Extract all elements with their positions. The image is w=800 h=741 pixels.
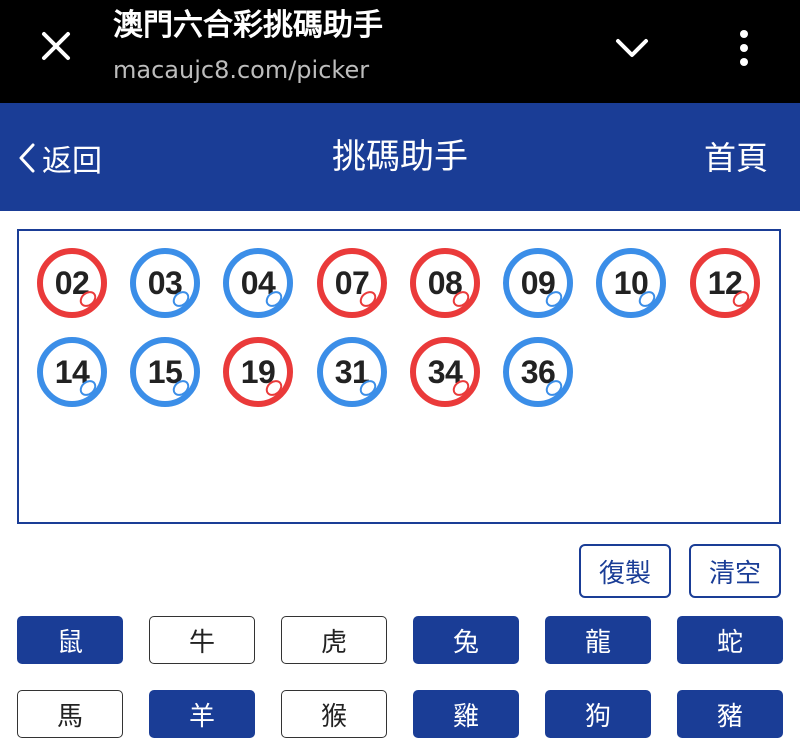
browser-url[interactable]: macaujc8.com/picker	[113, 54, 369, 86]
clear-button[interactable]: 清空	[689, 544, 781, 598]
zodiac-button[interactable]: 牛	[149, 616, 255, 664]
number-ball[interactable]: 34	[410, 337, 480, 407]
more-vertical-icon	[740, 30, 748, 66]
chevron-down-icon	[616, 39, 648, 57]
copy-button[interactable]: 復製	[579, 544, 671, 598]
number-ball[interactable]: 03	[130, 248, 200, 318]
browser-page-title: 澳門六合彩挑碼助手	[113, 8, 383, 43]
number-ball[interactable]: 02	[37, 248, 107, 318]
zodiac-button[interactable]: 猴	[281, 690, 387, 738]
number-ball[interactable]: 36	[503, 337, 573, 407]
close-icon	[42, 32, 70, 60]
zodiac-button[interactable]: 馬	[17, 690, 123, 738]
browser-top-bar: 澳門六合彩挑碼助手 macaujc8.com/picker	[0, 0, 800, 103]
selected-numbers-panel: 02 03 04 07 08 09 10 12 14 15 19 31 34 36	[17, 229, 781, 524]
zodiac-button[interactable]: 兔	[413, 616, 519, 664]
number-ball[interactable]: 15	[130, 337, 200, 407]
zodiac-button[interactable]: 狗	[545, 690, 651, 738]
number-ball[interactable]: 09	[503, 248, 573, 318]
page-header: 返回 挑碼助手 首頁	[0, 103, 800, 211]
number-ball[interactable]: 12	[690, 248, 760, 318]
number-ball[interactable]: 31	[317, 337, 387, 407]
number-ball[interactable]: 10	[596, 248, 666, 318]
number-ball[interactable]: 08	[410, 248, 480, 318]
zodiac-button[interactable]: 龍	[545, 616, 651, 664]
number-ball[interactable]: 04	[223, 248, 293, 318]
zodiac-button[interactable]: 鼠	[17, 616, 123, 664]
zodiac-button[interactable]: 羊	[149, 690, 255, 738]
close-button[interactable]	[34, 24, 78, 68]
number-ball[interactable]: 07	[317, 248, 387, 318]
zodiac-button[interactable]: 豬	[677, 690, 783, 738]
home-link[interactable]: 首頁	[704, 133, 768, 183]
zodiac-button[interactable]: 雞	[413, 690, 519, 738]
more-options-button[interactable]	[722, 24, 766, 72]
zodiac-button[interactable]: 虎	[281, 616, 387, 664]
page-title: 挑碼助手	[332, 137, 468, 177]
zodiac-button[interactable]: 蛇	[677, 616, 783, 664]
number-ball[interactable]: 14	[37, 337, 107, 407]
number-ball[interactable]: 19	[223, 337, 293, 407]
expand-button[interactable]	[608, 24, 656, 72]
